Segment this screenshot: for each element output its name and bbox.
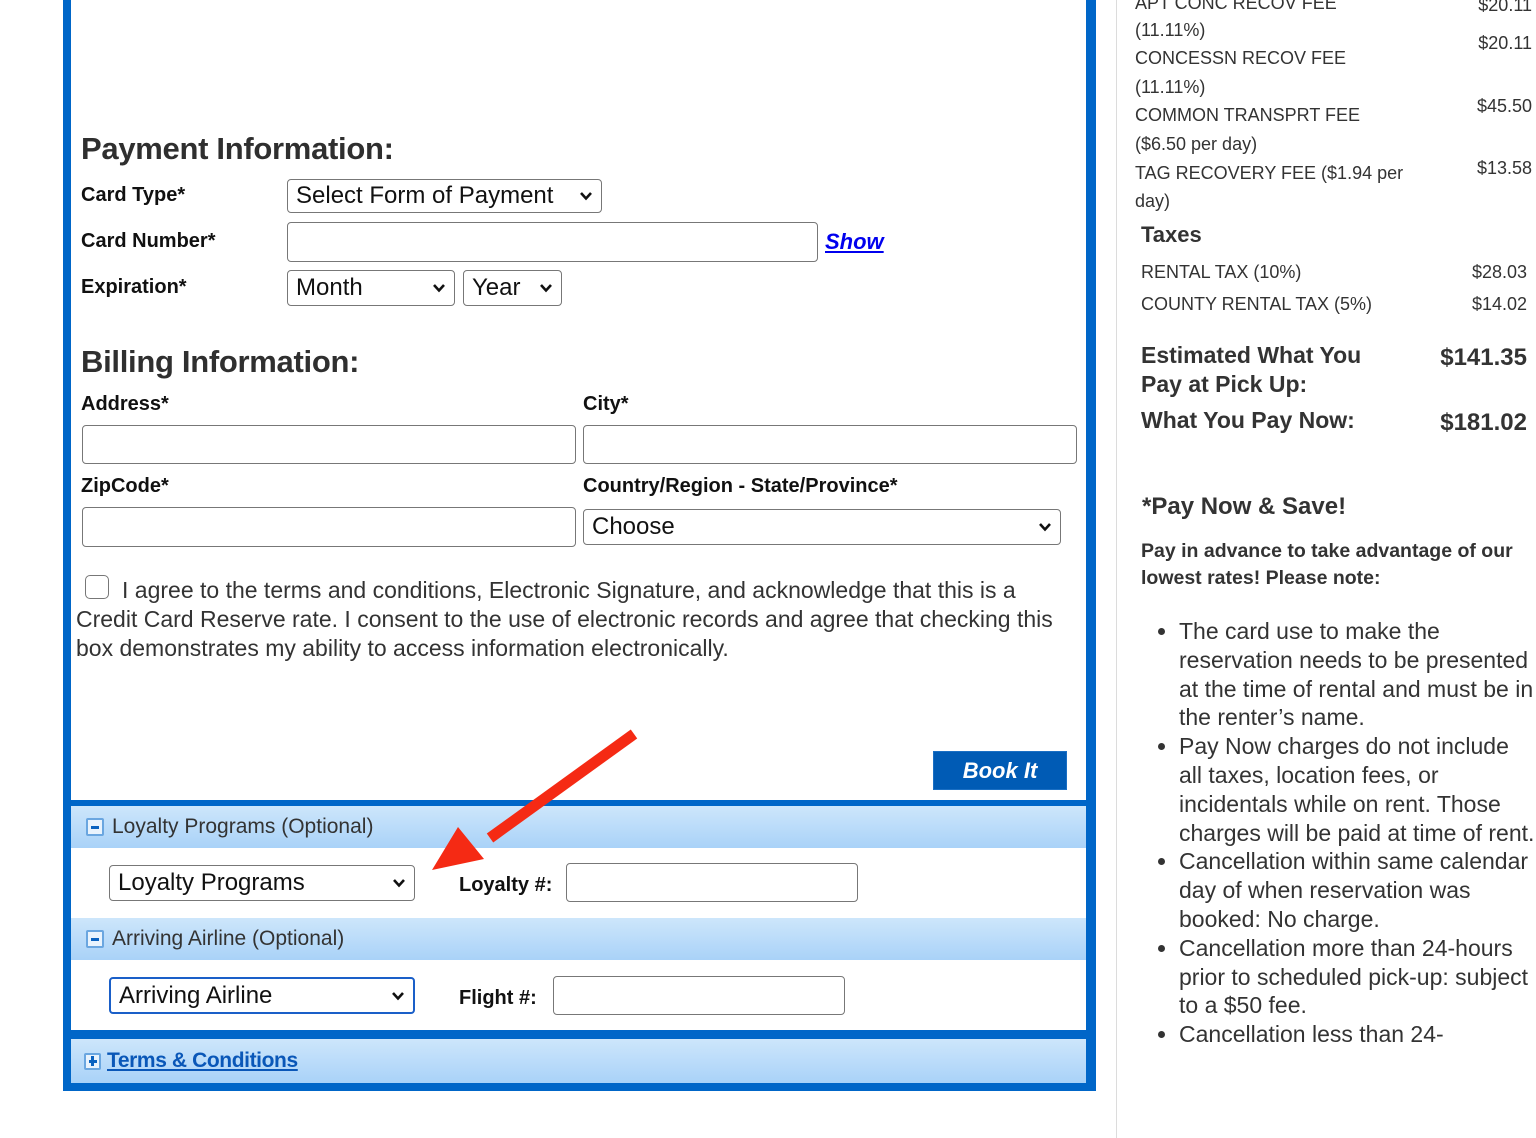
arriving-airline-section-header[interactable]: Arriving Airline (Optional) (71, 918, 1086, 960)
pay-now-amount: $181.02 (1440, 409, 1527, 436)
flight-number-label: Flight #: (459, 987, 537, 1009)
tax-amount: $28.03 (1471, 262, 1527, 282)
card-type-select[interactable]: Select Form of Payment (287, 179, 602, 213)
expand-plus-icon[interactable] (84, 1052, 101, 1070)
terms-conditions-section-header[interactable]: Terms & Conditions (71, 1039, 1086, 1083)
country-region-select[interactable]: Choose (583, 509, 1061, 545)
fee-amount: $45.50 (1476, 96, 1532, 116)
pay-now-label: What You Pay Now: (1141, 407, 1355, 433)
list-item: Cancellation within same calendar day of… (1179, 847, 1536, 933)
pay-now-notes-list: The card use to make the reservation nee… (1142, 617, 1536, 1049)
loyalty-number-input[interactable] (566, 863, 858, 902)
expiration-label: Expiration* (81, 276, 187, 298)
flight-number-input[interactable] (553, 976, 845, 1015)
billing-information-heading: Billing Information: (81, 344, 360, 379)
taxes-heading: Taxes (1141, 222, 1202, 247)
year-value: Year (472, 274, 521, 301)
chevron-down-icon (1039, 523, 1051, 532)
sidebar-divider (1116, 0, 1117, 1138)
list-item: Cancellation more than 24-hours prior to… (1179, 934, 1536, 1020)
fee-line: (11.11%) (1135, 77, 1206, 97)
pay-at-pickup-amount: $141.35 (1440, 344, 1527, 371)
chevron-down-icon (433, 284, 445, 293)
chevron-down-icon (392, 991, 404, 1000)
terms-conditions-link[interactable]: Terms & Conditions (107, 1049, 298, 1073)
fee-line: ($6.50 per day) (1135, 134, 1258, 154)
fee-amount: $20.11 (1478, 0, 1532, 15)
fee-amount: $20.11 (1478, 33, 1532, 53)
fee-line: day) (1135, 191, 1171, 211)
agree-terms-text: I agree to the terms and conditions, Ele… (76, 577, 1053, 661)
chevron-down-icon (540, 284, 552, 293)
list-item: Pay Now charges do not include all taxes… (1179, 732, 1536, 847)
book-it-button[interactable]: Book It (933, 751, 1067, 790)
fee-line: CONCESSN RECOV FEE (1135, 48, 1347, 68)
city-input[interactable] (583, 425, 1077, 464)
loyalty-programs-section-title: Loyalty Programs (Optional) (112, 815, 374, 838)
loyalty-programs-section-header[interactable]: Loyalty Programs (Optional) (71, 806, 1086, 848)
payment-information-heading: Payment Information: (81, 131, 394, 166)
list-item: The card use to make the reservation nee… (1179, 617, 1536, 732)
month-value: Month (296, 274, 363, 301)
card-type-value: Select Form of Payment (296, 182, 554, 209)
card-number-label: Card Number* (81, 230, 216, 252)
arriving-airline-section-title: Arriving Airline (Optional) (112, 927, 345, 950)
chevron-down-icon (580, 192, 592, 201)
arriving-airline-select[interactable]: Arriving Airline (109, 977, 415, 1014)
country-region-label: Country/Region - State/Province* (583, 475, 898, 497)
show-card-number-link[interactable]: Show (825, 229, 884, 255)
city-label: City* (583, 393, 629, 415)
pay-at-pickup-label-line1: Estimated What You (1141, 342, 1362, 368)
card-type-label: Card Type* (81, 184, 186, 206)
loyalty-number-label: Loyalty #: (459, 874, 553, 896)
pay-at-pickup-label: Estimated What You Pay at Pick Up: (1141, 341, 1361, 399)
expiration-year-select[interactable]: Year (463, 270, 562, 306)
pay-at-pickup-label-line2: Pay at Pick Up: (1141, 371, 1308, 397)
tax-line: COUNTY RENTAL TAX (5%) (1141, 294, 1373, 314)
list-item: Cancellation less than 24- (1179, 1020, 1536, 1049)
payment-billing-section (71, 0, 1086, 800)
tax-amount: $14.02 (1471, 294, 1527, 314)
loyalty-programs-select[interactable]: Loyalty Programs (109, 865, 415, 901)
fee-line: (11.11%) (1135, 20, 1206, 40)
chevron-down-icon (393, 879, 405, 888)
arriving-airline-value: Arriving Airline (119, 981, 273, 1009)
fee-line: TAG RECOVERY FEE ($1.94 per (1135, 163, 1404, 183)
fee-line: COMMON TRANSPRT FEE (1135, 105, 1361, 125)
loyalty-programs-value: Loyalty Programs (118, 869, 305, 896)
zipcode-label: ZipCode* (81, 475, 169, 497)
card-number-input[interactable] (287, 222, 818, 262)
pay-now-intro: Pay in advance to take advantage of our … (1141, 540, 1513, 589)
zipcode-input[interactable] (82, 507, 576, 547)
collapse-minus-icon[interactable] (86, 818, 104, 836)
region-value: Choose (592, 513, 675, 540)
expiration-month-select[interactable]: Month (287, 270, 455, 306)
collapse-minus-icon[interactable] (86, 930, 104, 948)
address-label: Address* (81, 393, 169, 415)
pay-now-save-heading: *Pay Now & Save! (1142, 493, 1347, 520)
address-input[interactable] (82, 425, 576, 464)
tax-line: RENTAL TAX (10%) (1141, 262, 1302, 282)
fee-amount: $13.58 (1476, 158, 1532, 178)
